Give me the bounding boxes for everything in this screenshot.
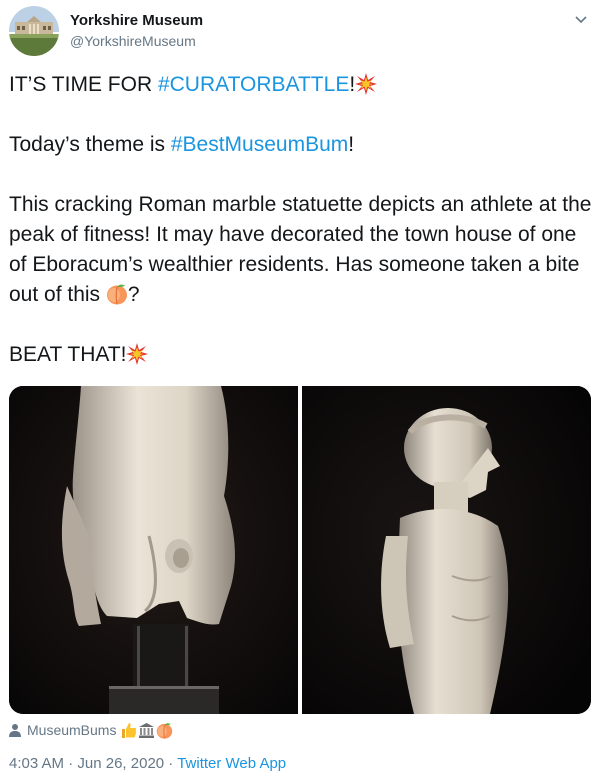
collision-emoji [126, 343, 149, 365]
author-info: Yorkshire Museum @YorkshireMuseum [70, 12, 203, 50]
tweet-line-2: Today’s theme is #BestMuseumBum! [9, 130, 594, 160]
peach-emoji [157, 722, 173, 739]
tweet-date[interactable]: Jun 26, 2020 [77, 755, 164, 772]
collision-emoji [355, 73, 378, 95]
tweet-line-1: IT’S TIME FOR #CURATORBATTLE! [9, 70, 594, 100]
statuette-profile-image [302, 386, 591, 714]
tagged-users: MuseumBums [9, 719, 173, 741]
person-icon [9, 724, 21, 737]
author-handle[interactable]: @YorkshireMuseum [70, 32, 203, 50]
tweet-text: IT’S TIME FOR #CURATORBATTLE! Today’s th… [9, 70, 594, 400]
museum-building-icon [9, 6, 59, 56]
text-segment: IT’S TIME FOR [9, 73, 158, 96]
tweet-closing: BEAT THAT! [9, 340, 594, 370]
thumbs-up-emoji [122, 722, 137, 738]
peach-emoji [106, 284, 127, 305]
meta-separator: · [64, 755, 78, 772]
tweet-paragraph: This cracking Roman marble statuette dep… [9, 190, 594, 310]
tweet-time[interactable]: 4:03 AM [9, 755, 64, 772]
text-segment: ! [348, 133, 355, 156]
tweet-media [9, 386, 591, 714]
chevron-down-icon[interactable] [573, 12, 589, 28]
classical-building-emoji [139, 722, 155, 738]
photo-statuette-rear[interactable] [9, 386, 298, 714]
photo-statuette-profile[interactable] [302, 386, 591, 714]
hashtag-bestmuseumbum[interactable]: #BestMuseumBum [171, 133, 348, 156]
author-display-name[interactable]: Yorkshire Museum [70, 12, 203, 30]
text-segment: ? [127, 283, 140, 306]
hashtag-curatorbattle[interactable]: #CURATORBATTLE [158, 73, 349, 96]
tweet-header: Yorkshire Museum @YorkshireMuseum [9, 6, 591, 58]
avatar[interactable] [9, 6, 59, 56]
text-segment: This cracking Roman marble statuette dep… [9, 193, 592, 306]
tagged-user-link[interactable]: MuseumBums [27, 722, 116, 738]
statuette-rear-image [9, 386, 298, 714]
text-segment: BEAT THAT! [9, 343, 127, 366]
meta-separator: · [164, 755, 178, 772]
text-segment: Today’s theme is [9, 133, 171, 156]
tweet-source-link[interactable]: Twitter Web App [177, 755, 286, 772]
tweet-meta: 4:03 AM · Jun 26, 2020 · Twitter Web App [9, 754, 286, 774]
